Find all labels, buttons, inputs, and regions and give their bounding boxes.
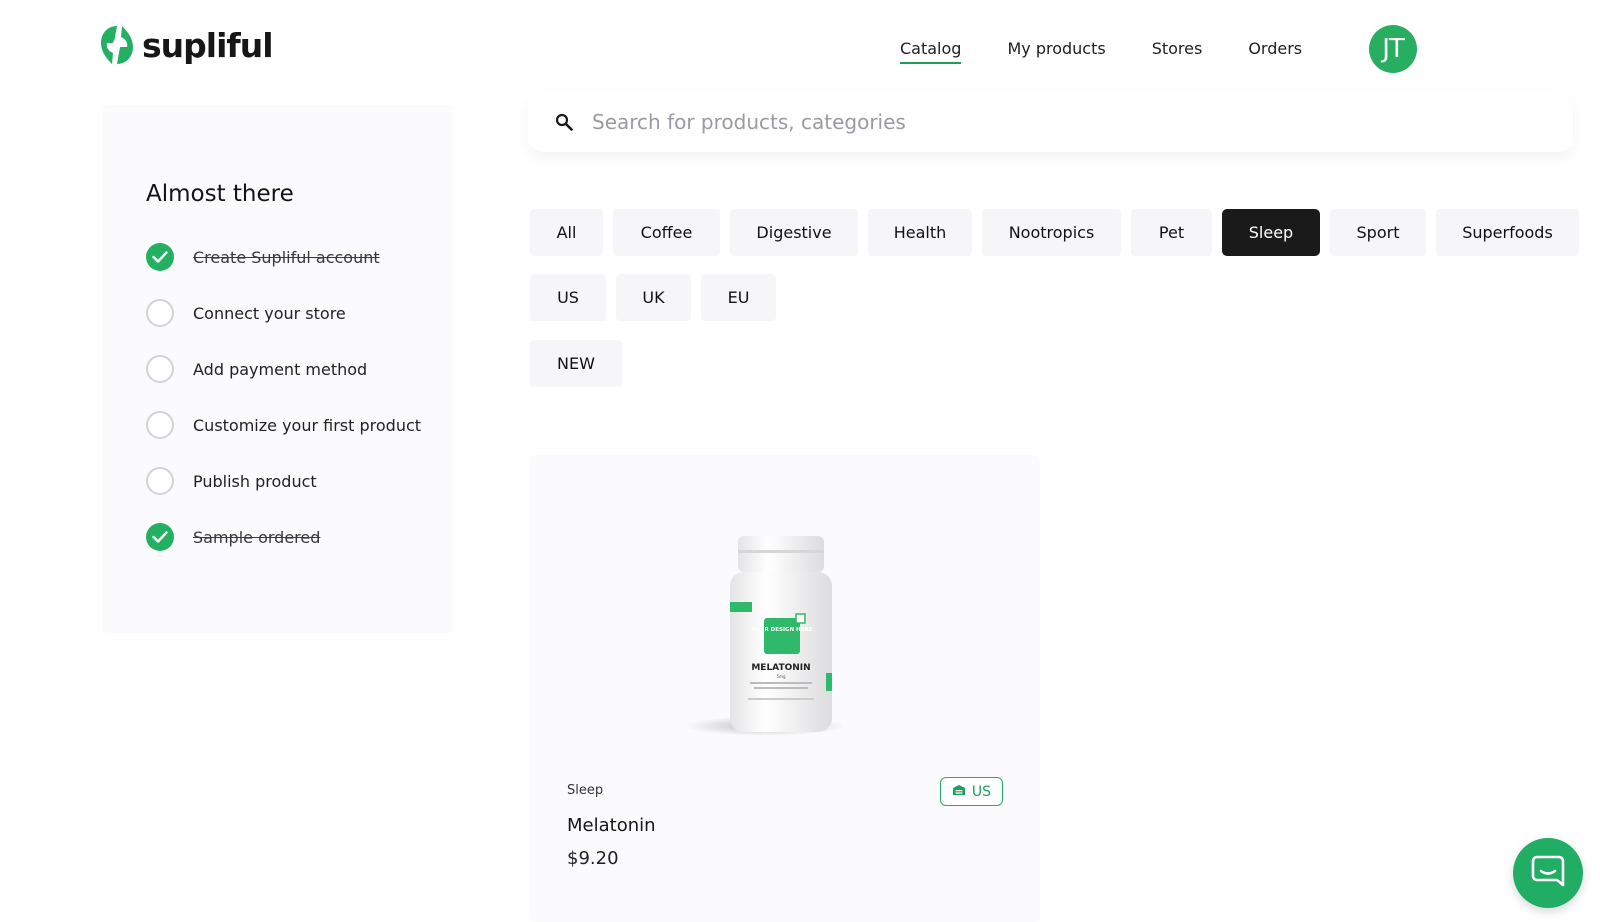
region-badge-label: US xyxy=(971,783,992,800)
product-name: Melatonin xyxy=(567,815,656,836)
empty-circle-icon xyxy=(146,299,174,327)
filter-nootropics[interactable]: Nootropics xyxy=(982,209,1121,256)
nav-my-products[interactable]: My products xyxy=(1007,39,1105,58)
product-card[interactable]: YOUR DESIGN HERE MELATONIN 5mg Sleep Mel… xyxy=(530,455,1040,922)
region-badge: US xyxy=(940,777,1003,806)
product-price: $9.20 xyxy=(567,848,619,869)
step-add-payment[interactable]: Add payment method xyxy=(146,355,421,383)
nav-catalog[interactable]: Catalog xyxy=(900,39,962,64)
empty-circle-icon xyxy=(146,467,174,495)
filter-pet[interactable]: Pet xyxy=(1131,209,1212,256)
filter-uk[interactable]: UK xyxy=(616,274,691,321)
filter-health[interactable]: Health xyxy=(868,209,972,256)
top-nav: Catalog My products Stores Orders xyxy=(900,24,1348,72)
step-publish-product[interactable]: Publish product xyxy=(146,467,421,495)
search-bar xyxy=(528,92,1573,152)
brand-logo[interactable]: supliful xyxy=(100,24,274,66)
step-sample-ordered[interactable]: Sample ordered xyxy=(146,523,421,551)
step-label: Customize your first product xyxy=(193,415,422,435)
label-design-text: YOUR DESIGN HERE xyxy=(751,627,813,633)
checklist-steps: Create Supliful account Connect your sto… xyxy=(146,243,421,579)
step-connect-store[interactable]: Connect your store xyxy=(146,299,421,327)
product-category: Sleep xyxy=(567,783,604,798)
check-circle-icon xyxy=(146,523,174,551)
filter-new[interactable]: NEW xyxy=(530,340,622,387)
empty-circle-icon xyxy=(146,355,174,383)
filter-all[interactable]: All xyxy=(530,209,603,256)
filter-coffee[interactable]: Coffee xyxy=(613,209,720,256)
lightning-bolt-icon xyxy=(100,25,134,65)
onboarding-checklist: Almost there Create Supliful account Con… xyxy=(103,105,453,633)
search-icon xyxy=(555,113,573,131)
filter-sport[interactable]: Sport xyxy=(1330,209,1426,256)
chat-launcher-button[interactable] xyxy=(1513,838,1583,908)
empty-circle-icon xyxy=(146,411,174,439)
product-image: YOUR DESIGN HERE MELATONIN 5mg xyxy=(680,530,880,740)
nav-stores[interactable]: Stores xyxy=(1152,39,1203,58)
filter-sleep[interactable]: Sleep xyxy=(1222,209,1320,256)
chat-icon xyxy=(1531,855,1565,891)
category-filters: All Coffee Digestive Health Nootropics P… xyxy=(530,209,1589,256)
filter-superfoods[interactable]: Superfoods xyxy=(1436,209,1579,256)
filter-eu[interactable]: EU xyxy=(701,274,776,321)
step-label: Connect your store xyxy=(193,303,346,323)
nav-orders[interactable]: Orders xyxy=(1248,39,1302,58)
user-avatar[interactable]: JT xyxy=(1369,25,1417,73)
filter-digestive[interactable]: Digestive xyxy=(730,209,858,256)
warehouse-icon xyxy=(952,784,966,800)
step-create-account[interactable]: Create Supliful account xyxy=(146,243,421,271)
checklist-title: Almost there xyxy=(146,181,294,207)
step-label: Publish product xyxy=(193,471,317,491)
filter-us[interactable]: US xyxy=(530,274,606,321)
step-label: Sample ordered xyxy=(193,527,321,547)
label-product-text: MELATONIN xyxy=(751,663,810,673)
step-customize-product[interactable]: Customize your first product xyxy=(146,411,421,439)
brand-name: supliful xyxy=(142,25,274,65)
search-input[interactable] xyxy=(592,110,1492,134)
label-dose-text: 5mg xyxy=(777,674,786,679)
step-label: Add payment method xyxy=(193,359,368,379)
step-label: Create Supliful account xyxy=(193,247,380,267)
check-circle-icon xyxy=(146,243,174,271)
tag-filters: NEW xyxy=(530,340,632,387)
region-filters: US UK EU xyxy=(530,274,786,321)
